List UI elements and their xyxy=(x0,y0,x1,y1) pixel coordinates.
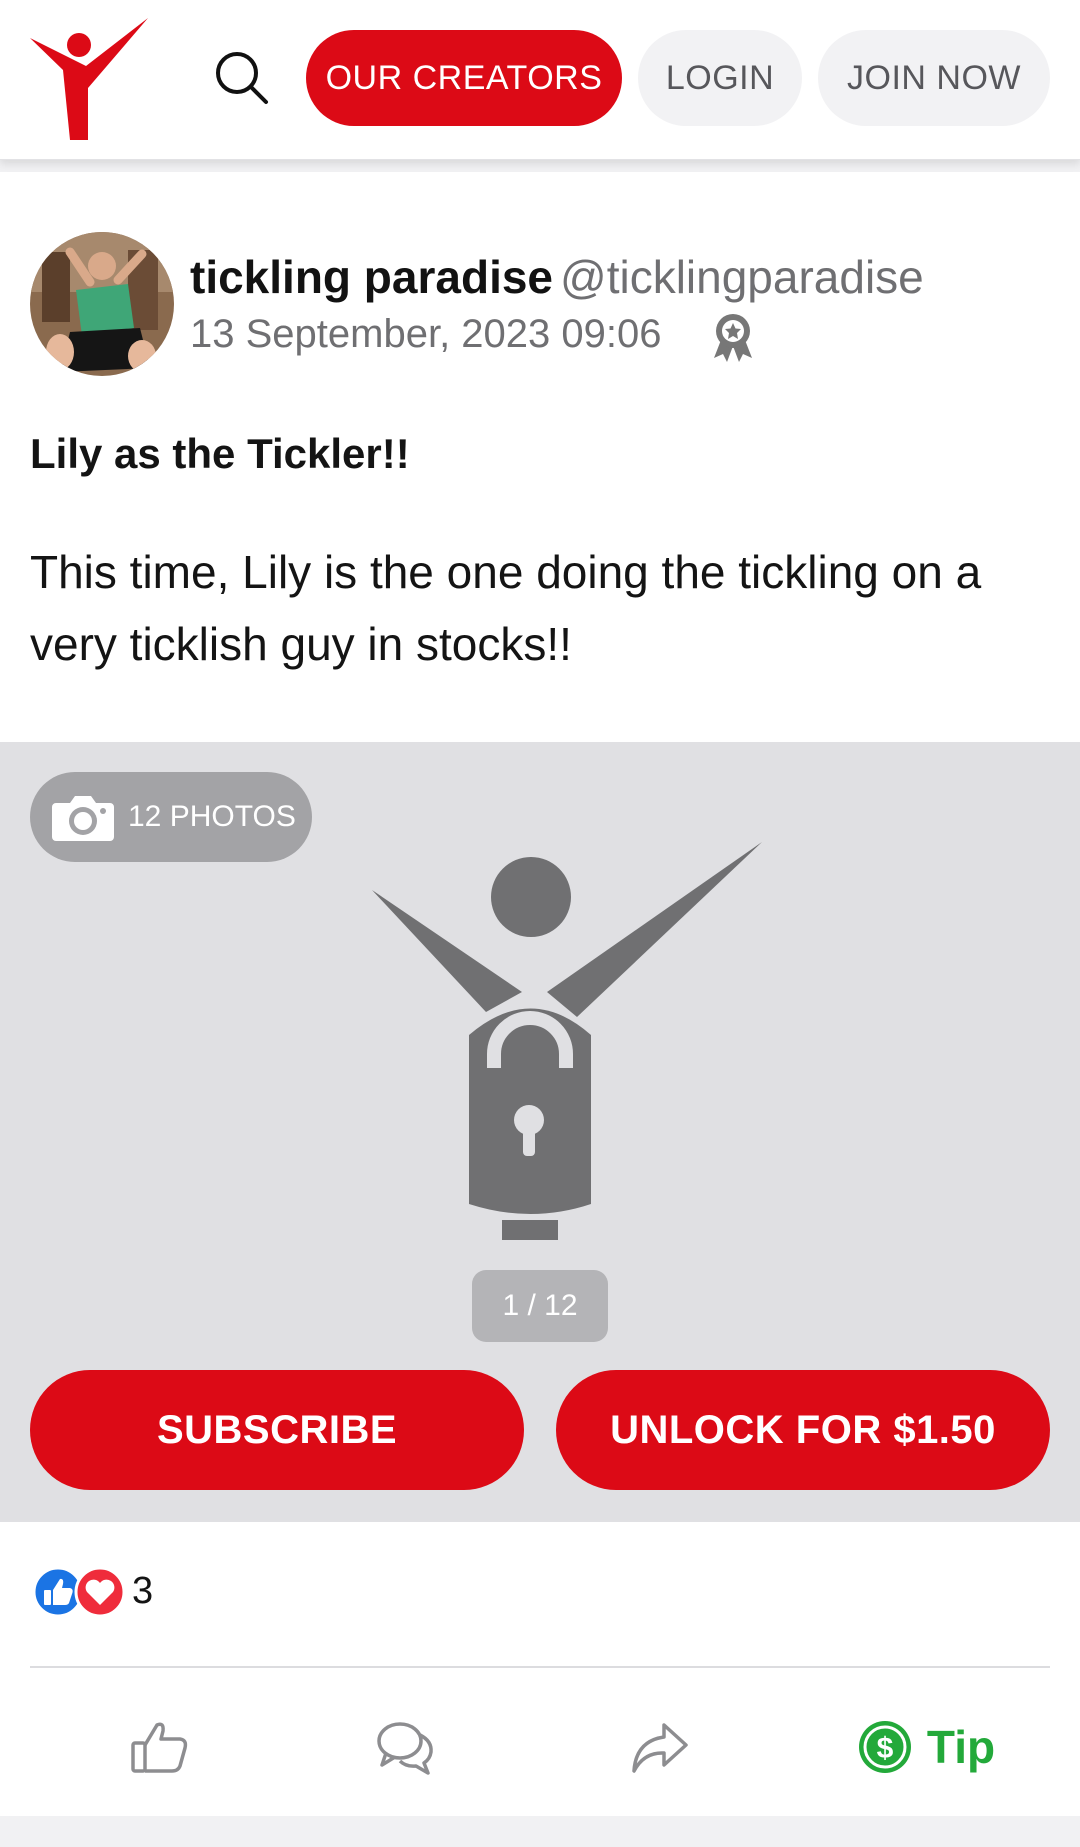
media-pager: 1 / 12 xyxy=(472,1270,608,1342)
login-button[interactable]: LOGIN xyxy=(638,30,802,126)
love-reaction-icon xyxy=(74,1566,126,1618)
unlock-button[interactable]: UNLOCK FOR $1.50 xyxy=(556,1370,1050,1490)
post-date: 13 September, 2023 09:06 xyxy=(190,312,662,356)
like-button[interactable] xyxy=(100,1682,220,1812)
avatar-image xyxy=(30,232,174,376)
top-header: OUR CREATORS LOGIN JOIN NOW xyxy=(0,0,1080,160)
our-creators-button[interactable]: OUR CREATORS xyxy=(306,30,622,126)
post-card: tickling paradise @ticklingparadise 13 S… xyxy=(0,172,1080,1816)
comment-button[interactable] xyxy=(346,1682,466,1812)
author-name[interactable]: tickling paradise xyxy=(190,250,553,304)
comment-icon xyxy=(377,1722,433,1775)
camera-icon xyxy=(52,796,114,841)
post-body: This time, Lily is the one doing the tic… xyxy=(30,546,982,670)
dollar-coin-icon: $ xyxy=(858,1721,911,1773)
photo-count-badge: 12 PHOTOS xyxy=(30,772,312,862)
photo-count-label: 12 PHOTOS xyxy=(128,800,296,833)
verified-award-icon xyxy=(714,314,752,362)
tip-label: Tip xyxy=(926,1721,996,1773)
author-handle[interactable]: @ticklingparadise xyxy=(560,250,924,304)
search-icon[interactable] xyxy=(212,48,270,106)
share-button[interactable] xyxy=(600,1682,720,1812)
reaction-count: 3 xyxy=(132,1570,154,1612)
reactions-summary[interactable]: 3 xyxy=(30,1566,230,1622)
locked-media[interactable]: 12 PHOTOS 1 / 12 SUBSCRIBE UNLOCK FOR $1… xyxy=(0,742,1080,1522)
post-title: Lily as the Tickler!! xyxy=(30,430,410,477)
tip-button[interactable]: $ Tip xyxy=(836,1682,1016,1812)
lock-icon xyxy=(372,842,762,1240)
author-avatar[interactable] xyxy=(30,232,174,376)
join-now-button[interactable]: JOIN NOW xyxy=(818,30,1050,126)
thumbs-up-icon xyxy=(131,1722,188,1773)
post-action-bar: $ Tip xyxy=(0,1682,1080,1812)
divider xyxy=(30,1666,1050,1668)
subscribe-button[interactable]: SUBSCRIBE xyxy=(30,1370,524,1490)
svg-text:$: $ xyxy=(877,1732,894,1765)
brand-logo-icon[interactable] xyxy=(30,18,148,140)
share-icon xyxy=(632,1723,688,1773)
